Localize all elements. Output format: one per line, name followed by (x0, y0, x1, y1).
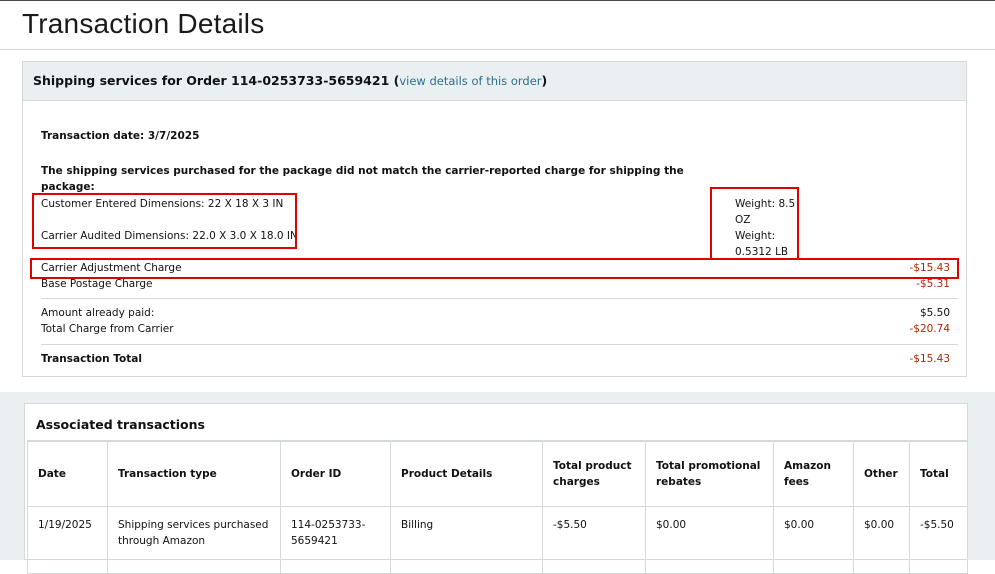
amount-paid-value: $5.50 (919, 307, 950, 319)
column-header-amazon-fees: Amazon fees (773, 440, 854, 507)
weight-highlight-box (710, 187, 799, 260)
column-header-date: Date (27, 440, 108, 507)
divider (41, 298, 958, 299)
dimensions-highlight-box (32, 193, 297, 249)
associated-transactions-panel: Associated transactions Date Transaction… (24, 403, 968, 574)
transaction-date: Transaction date: 3/7/2025 (41, 130, 200, 142)
column-header-order-id: Order ID (280, 440, 391, 507)
column-header-total: Total (909, 440, 968, 507)
column-header-total-promotional-rebates: Total promotional rebates (645, 440, 774, 507)
base-postage-amount: -$5.31 (916, 278, 950, 290)
associated-transactions-title: Associated transactions (36, 417, 205, 432)
top-border (0, 0, 995, 1)
view-order-details-link[interactable]: view details of this order (399, 74, 541, 88)
cell-transaction-type: Shipping services purchased through Amaz… (107, 506, 281, 574)
column-header-transaction-type: Transaction type (107, 440, 281, 507)
transaction-total-amount: -$15.43 (909, 353, 950, 365)
total-carrier-charge-label: Total Charge from Carrier (41, 323, 174, 335)
table-header-row: Date Transaction type Order ID Product D… (27, 440, 968, 507)
divider (41, 344, 958, 345)
adjustment-highlight-box (30, 258, 959, 279)
cell-other: $0.00 (853, 506, 910, 574)
cell-total: -$5.50 (909, 506, 968, 574)
shipping-header-title: Shipping services for Order 114-0253733-… (33, 73, 548, 88)
associated-transactions-table: Date Transaction type Order ID Product D… (27, 440, 968, 574)
cell-product-charges: -$5.50 (542, 506, 646, 574)
cell-order-id: 114-0253733-5659421 (280, 506, 391, 574)
mismatch-message-line1: The shipping services purchased for the … (41, 165, 684, 177)
cell-amazon-fees: $0.00 (773, 506, 854, 574)
column-header-other: Other (853, 440, 910, 507)
base-postage-label: Base Postage Charge (41, 278, 153, 290)
panel-header: Shipping services for Order 114-0253733-… (23, 62, 966, 101)
page-title: Transaction Details (22, 8, 265, 39)
total-carrier-charge-amount: -$20.74 (909, 323, 950, 335)
cell-date: 1/19/2025 (27, 506, 108, 574)
table-row: 1/19/2025 Shipping services purchased th… (27, 506, 968, 574)
cell-promotional-rebates: $0.00 (645, 506, 774, 574)
amount-paid-label: Amount already paid: (41, 307, 155, 319)
title-divider (0, 49, 995, 50)
transaction-total-label: Transaction Total (41, 353, 142, 365)
mismatch-message-line2: package: (41, 181, 95, 193)
column-header-total-product-charges: Total product charges (542, 440, 646, 507)
column-header-product-details: Product Details (390, 440, 543, 507)
cell-product-details: Billing (390, 506, 543, 574)
